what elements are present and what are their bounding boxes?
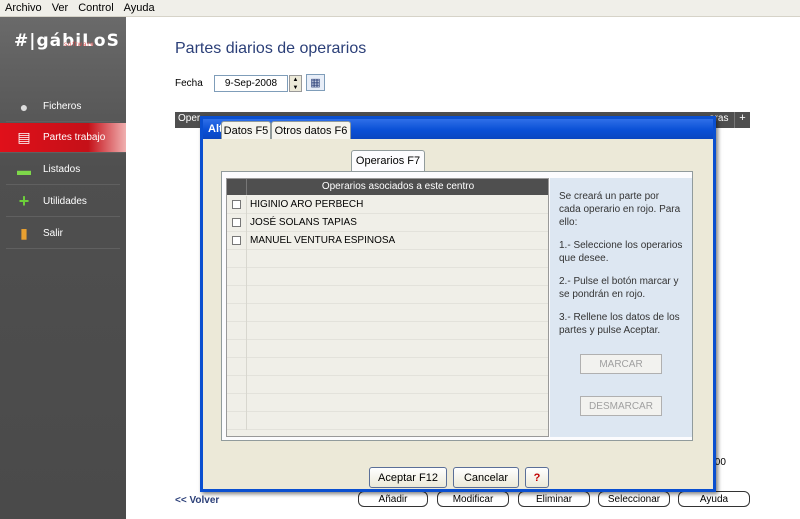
sidebar-item-partes-trabajo[interactable]: ▤ Partes trabajo xyxy=(0,123,126,153)
sidebar-item-label: Utilidades xyxy=(43,196,87,207)
grid-header: Operarios asociados a este centro xyxy=(227,179,548,195)
marcar-button[interactable]: MARCAR xyxy=(580,354,662,374)
grid-corner xyxy=(227,179,247,195)
sidebar-item-listados[interactable]: ▬ Listados xyxy=(6,155,120,185)
modificar-button[interactable]: Modificar xyxy=(437,491,509,507)
empty-row xyxy=(227,412,548,430)
operario-checkbox[interactable] xyxy=(232,218,241,227)
ayuda-button[interactable]: Ayuda xyxy=(678,491,750,507)
sidebar: #|gábiLoS software ● Ficheros ▤ Partes t… xyxy=(0,17,126,519)
menu-archivo[interactable]: Archivo xyxy=(0,2,47,14)
table-header-operario: Oper xyxy=(178,113,201,124)
calendar-icon[interactable]: ▦ xyxy=(306,74,325,91)
instruction-text: 3.- Rellene los datos de los partes y pu… xyxy=(559,312,680,336)
operarios-panel: Operarios asociados a este centro HIGINI… xyxy=(221,171,693,441)
list-item[interactable]: HIGINIO ARO PERBECH xyxy=(227,196,548,214)
instructions-panel: Se creará un parte por cada operario en … xyxy=(550,178,692,437)
anadir-button[interactable]: Añadir xyxy=(358,491,428,507)
list-icon: ▬ xyxy=(17,161,31,178)
sidebar-item-label: Partes trabajo xyxy=(43,132,106,143)
empty-row xyxy=(227,268,548,286)
fecha-input[interactable]: 9-Sep-2008 xyxy=(214,75,288,92)
app-logo-sub: software xyxy=(64,42,95,48)
menu-ayuda[interactable]: Ayuda xyxy=(119,2,160,14)
sidebar-item-salir[interactable]: ▮ Salir xyxy=(6,219,120,249)
empty-row xyxy=(227,250,548,268)
instruction-text: 2.- Pulse el botón marcar y se pondrán e… xyxy=(559,276,679,300)
page-title: Partes diarios de operarios xyxy=(175,40,367,57)
tab-datos[interactable]: Datos F5 xyxy=(221,121,271,139)
aceptar-button[interactable]: Aceptar F12 xyxy=(369,467,447,488)
sidebar-item-label: Ficheros xyxy=(43,101,82,112)
date-spinner[interactable]: ▲ ▼ xyxy=(289,75,302,92)
alta-parte-dialog: Alta parte de operario Datos F5 Otros da… xyxy=(200,116,716,492)
empty-row xyxy=(227,376,548,394)
fecha-label: Fecha xyxy=(175,78,203,89)
empty-row xyxy=(227,322,548,340)
menu-control[interactable]: Control xyxy=(73,2,118,14)
menu-bar: Archivo Ver Control Ayuda xyxy=(0,0,800,17)
list-item[interactable]: MANUEL VENTURA ESPINOSA xyxy=(227,232,548,250)
grid-header-title: Operarios asociados a este centro xyxy=(321,181,475,192)
empty-row xyxy=(227,286,548,304)
instruction-text: 1.- Seleccione los operarios que desee. xyxy=(559,240,683,264)
disc-icon: ● xyxy=(19,98,29,115)
seleccionar-button[interactable]: Seleccionar xyxy=(598,491,670,507)
volver-link[interactable]: << Volver xyxy=(175,495,219,506)
sidebar-item-label: Salir xyxy=(43,228,64,239)
report-icon: ▤ xyxy=(17,129,31,145)
menu-ver[interactable]: Ver xyxy=(47,2,74,14)
instruction-text: Se creará un parte por cada operario en … xyxy=(559,191,681,228)
cancelar-button[interactable]: Cancelar xyxy=(453,467,519,488)
sidebar-item-utilidades[interactable]: + Utilidades xyxy=(6,187,120,217)
empty-row xyxy=(227,340,548,358)
sidebar-item-label: Listados xyxy=(43,164,81,175)
help-button[interactable]: ? xyxy=(525,467,549,488)
tab-otros-datos[interactable]: Otros datos F6 xyxy=(271,121,351,139)
operario-name: MANUEL VENTURA ESPINOSA xyxy=(250,235,396,246)
desmarcar-button[interactable]: DESMARCAR xyxy=(580,396,662,416)
operario-checkbox[interactable] xyxy=(232,200,241,209)
sidebar-item-ficheros[interactable]: ● Ficheros xyxy=(6,92,120,122)
app-logo: #|gábiLoS xyxy=(14,31,120,51)
operario-name: JOSÉ SOLANS TAPIAS xyxy=(250,217,357,228)
operario-checkbox[interactable] xyxy=(232,236,241,245)
empty-row xyxy=(227,358,548,376)
tab-operarios[interactable]: Operarios F7 xyxy=(351,150,425,171)
operario-name: HIGINIO ARO PERBECH xyxy=(250,199,364,210)
empty-row xyxy=(227,394,548,412)
operarios-grid: Operarios asociados a este centro HIGINI… xyxy=(226,178,549,437)
list-item[interactable]: JOSÉ SOLANS TAPIAS xyxy=(227,214,548,232)
empty-row xyxy=(227,304,548,322)
eliminar-button[interactable]: Eliminar xyxy=(518,491,590,507)
exit-icon: ▮ xyxy=(20,225,28,241)
add-column-icon[interactable]: + xyxy=(734,112,750,128)
plus-icon: + xyxy=(18,191,30,211)
